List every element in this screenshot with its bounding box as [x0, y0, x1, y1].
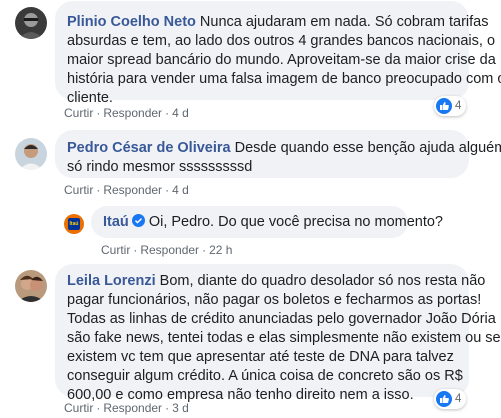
itau-logo-avatar[interactable]: Itaú	[64, 214, 84, 234]
reply-link[interactable]: Responder	[103, 106, 162, 120]
comment-text: Desde quando esse benção ajuda alguém	[234, 140, 501, 156]
avatar[interactable]	[15, 7, 47, 39]
reaction-number: 4	[455, 100, 462, 112]
comment-actions: Curtir · Responder · 4 d	[64, 183, 189, 197]
comment-author[interactable]: Plinio Coelho Neto	[67, 14, 196, 30]
like-icon	[436, 391, 452, 407]
comment-text: Bom, diante do quadro desolador só nos r…	[159, 273, 486, 289]
timestamp[interactable]: 22 h	[209, 243, 232, 257]
comment-actions: Curtir · Responder · 22 h	[101, 243, 233, 257]
timestamp[interactable]: 4 d	[172, 106, 189, 120]
reply-link[interactable]: Responder	[103, 183, 162, 197]
comment-text: Todas as linhas de crédito anunciadas pe…	[67, 311, 496, 327]
avatar[interactable]	[15, 138, 47, 170]
comment-text: pagar funcionários, não pagar os boletos…	[67, 292, 482, 308]
reaction-number: 4	[455, 393, 462, 405]
avatar[interactable]	[15, 270, 47, 302]
comment-author[interactable]: Itaú	[103, 214, 129, 230]
comment-text: absurdas e tem, ao lado dos outros 4 gra…	[67, 33, 496, 49]
like-icon	[436, 98, 452, 114]
like-link[interactable]: Curtir	[101, 243, 130, 257]
comment-text: maior spread bancário do mundo. Aproveit…	[67, 52, 496, 68]
comment-bubble: Pedro César de Oliveira Desde quando ess…	[55, 130, 501, 178]
comment-text: história para vender uma falsa imagem de…	[67, 71, 501, 87]
reply-link[interactable]: Responder	[140, 243, 199, 257]
timestamp[interactable]: 4 d	[172, 183, 189, 197]
like-link[interactable]: Curtir	[64, 401, 93, 415]
comment-actions: Curtir · Responder · 3 d	[64, 401, 189, 415]
timestamp[interactable]: 3 d	[172, 401, 189, 415]
comment-text: só rindo mesmor sssssssssd	[67, 159, 253, 175]
comment-text: são fake news, tentei todas e elas simpl…	[67, 330, 501, 346]
comment-bubble: Leila Lorenzi Bom, diante do quadro deso…	[55, 264, 501, 403]
comment-bubble: Plinio Coelho Neto Nunca ajudaram em nad…	[55, 1, 501, 106]
like-link[interactable]: Curtir	[64, 106, 93, 120]
reply-link[interactable]: Responder	[103, 401, 162, 415]
comment-text: Nunca ajudaram em nada. Só cobram tarifa…	[199, 14, 489, 30]
comment-text: conseguir algum crédito. A única coisa d…	[67, 368, 463, 384]
comment-text: existem vc tem que apresentar até teste …	[67, 349, 454, 365]
like-link[interactable]: Curtir	[64, 183, 93, 197]
verified-badge-icon	[131, 214, 145, 227]
comment-author[interactable]: Leila Lorenzi	[67, 273, 156, 289]
comment-actions: Curtir · Responder · 4 d	[64, 106, 189, 120]
reaction-count[interactable]: 4	[434, 389, 467, 409]
comment-text: Oi, Pedro. Do que você precisa no moment…	[148, 214, 443, 230]
itau-logo-icon: Itaú	[68, 218, 80, 230]
reaction-count[interactable]: 4	[434, 96, 467, 116]
comment-author[interactable]: Pedro César de Oliveira	[67, 140, 231, 156]
reply-bubble: Itaú Oi, Pedro. Do que você precisa no m…	[91, 206, 443, 238]
